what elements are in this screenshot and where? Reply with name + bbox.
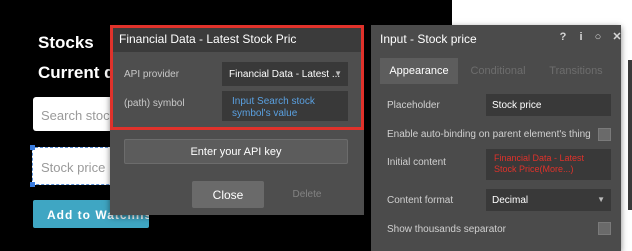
chevron-down-icon: ▼: [597, 195, 605, 204]
close-button[interactable]: Close: [192, 181, 264, 208]
selection-handle[interactable]: [30, 145, 35, 150]
placeholder-input[interactable]: Stock price: [486, 94, 611, 116]
auto-binding-checkbox[interactable]: [598, 128, 611, 141]
page-heading: Stocks: [38, 33, 94, 52]
close-icon[interactable]: ✕: [611, 31, 623, 43]
tab-transitions[interactable]: Transitions: [540, 58, 612, 84]
thousands-separator-checkbox[interactable]: [598, 222, 611, 235]
api-provider-dropdown[interactable]: Financial Data - Latest ... ▼: [222, 62, 348, 86]
api-provider-label: API provider: [124, 69, 180, 80]
comment-icon[interactable]: ○: [592, 31, 604, 43]
initial-content-value[interactable]: Financial Data - Latest Stock Price(More…: [486, 149, 611, 180]
content-format-dropdown[interactable]: Decimal ▼: [486, 189, 611, 211]
info-icon[interactable]: i: [575, 31, 587, 43]
property-editor-title: Input - Stock price: [380, 32, 477, 46]
chevron-down-icon: ▼: [334, 69, 342, 78]
enter-api-key-button[interactable]: Enter your API key: [124, 139, 348, 164]
symbol-dynamic-value[interactable]: Input Search stock symbol's value: [222, 91, 348, 121]
symbol-label: (path) symbol: [124, 98, 185, 109]
scrollbar[interactable]: [628, 60, 632, 210]
content-format-value: Decimal: [492, 195, 529, 206]
thousands-separator-label: Show thousands separator: [387, 224, 506, 235]
placeholder-label: Placeholder: [387, 100, 440, 111]
tab-conditional[interactable]: Conditional: [462, 58, 534, 84]
auto-binding-label: Enable auto-binding on parent element's …: [387, 129, 591, 140]
content-format-label: Content format: [387, 195, 454, 206]
api-provider-value: Financial Data - Latest ...: [229, 69, 341, 80]
popup-title: Financial Data - Latest Stock Pric: [110, 25, 364, 52]
delete-button[interactable]: Delete: [282, 181, 332, 208]
tab-appearance[interactable]: Appearance: [380, 58, 458, 84]
question-icon[interactable]: ?: [557, 31, 569, 43]
current-data-heading: Current d: [38, 63, 115, 82]
initial-content-label: Initial content: [387, 157, 446, 168]
selection-handle[interactable]: [30, 182, 35, 187]
